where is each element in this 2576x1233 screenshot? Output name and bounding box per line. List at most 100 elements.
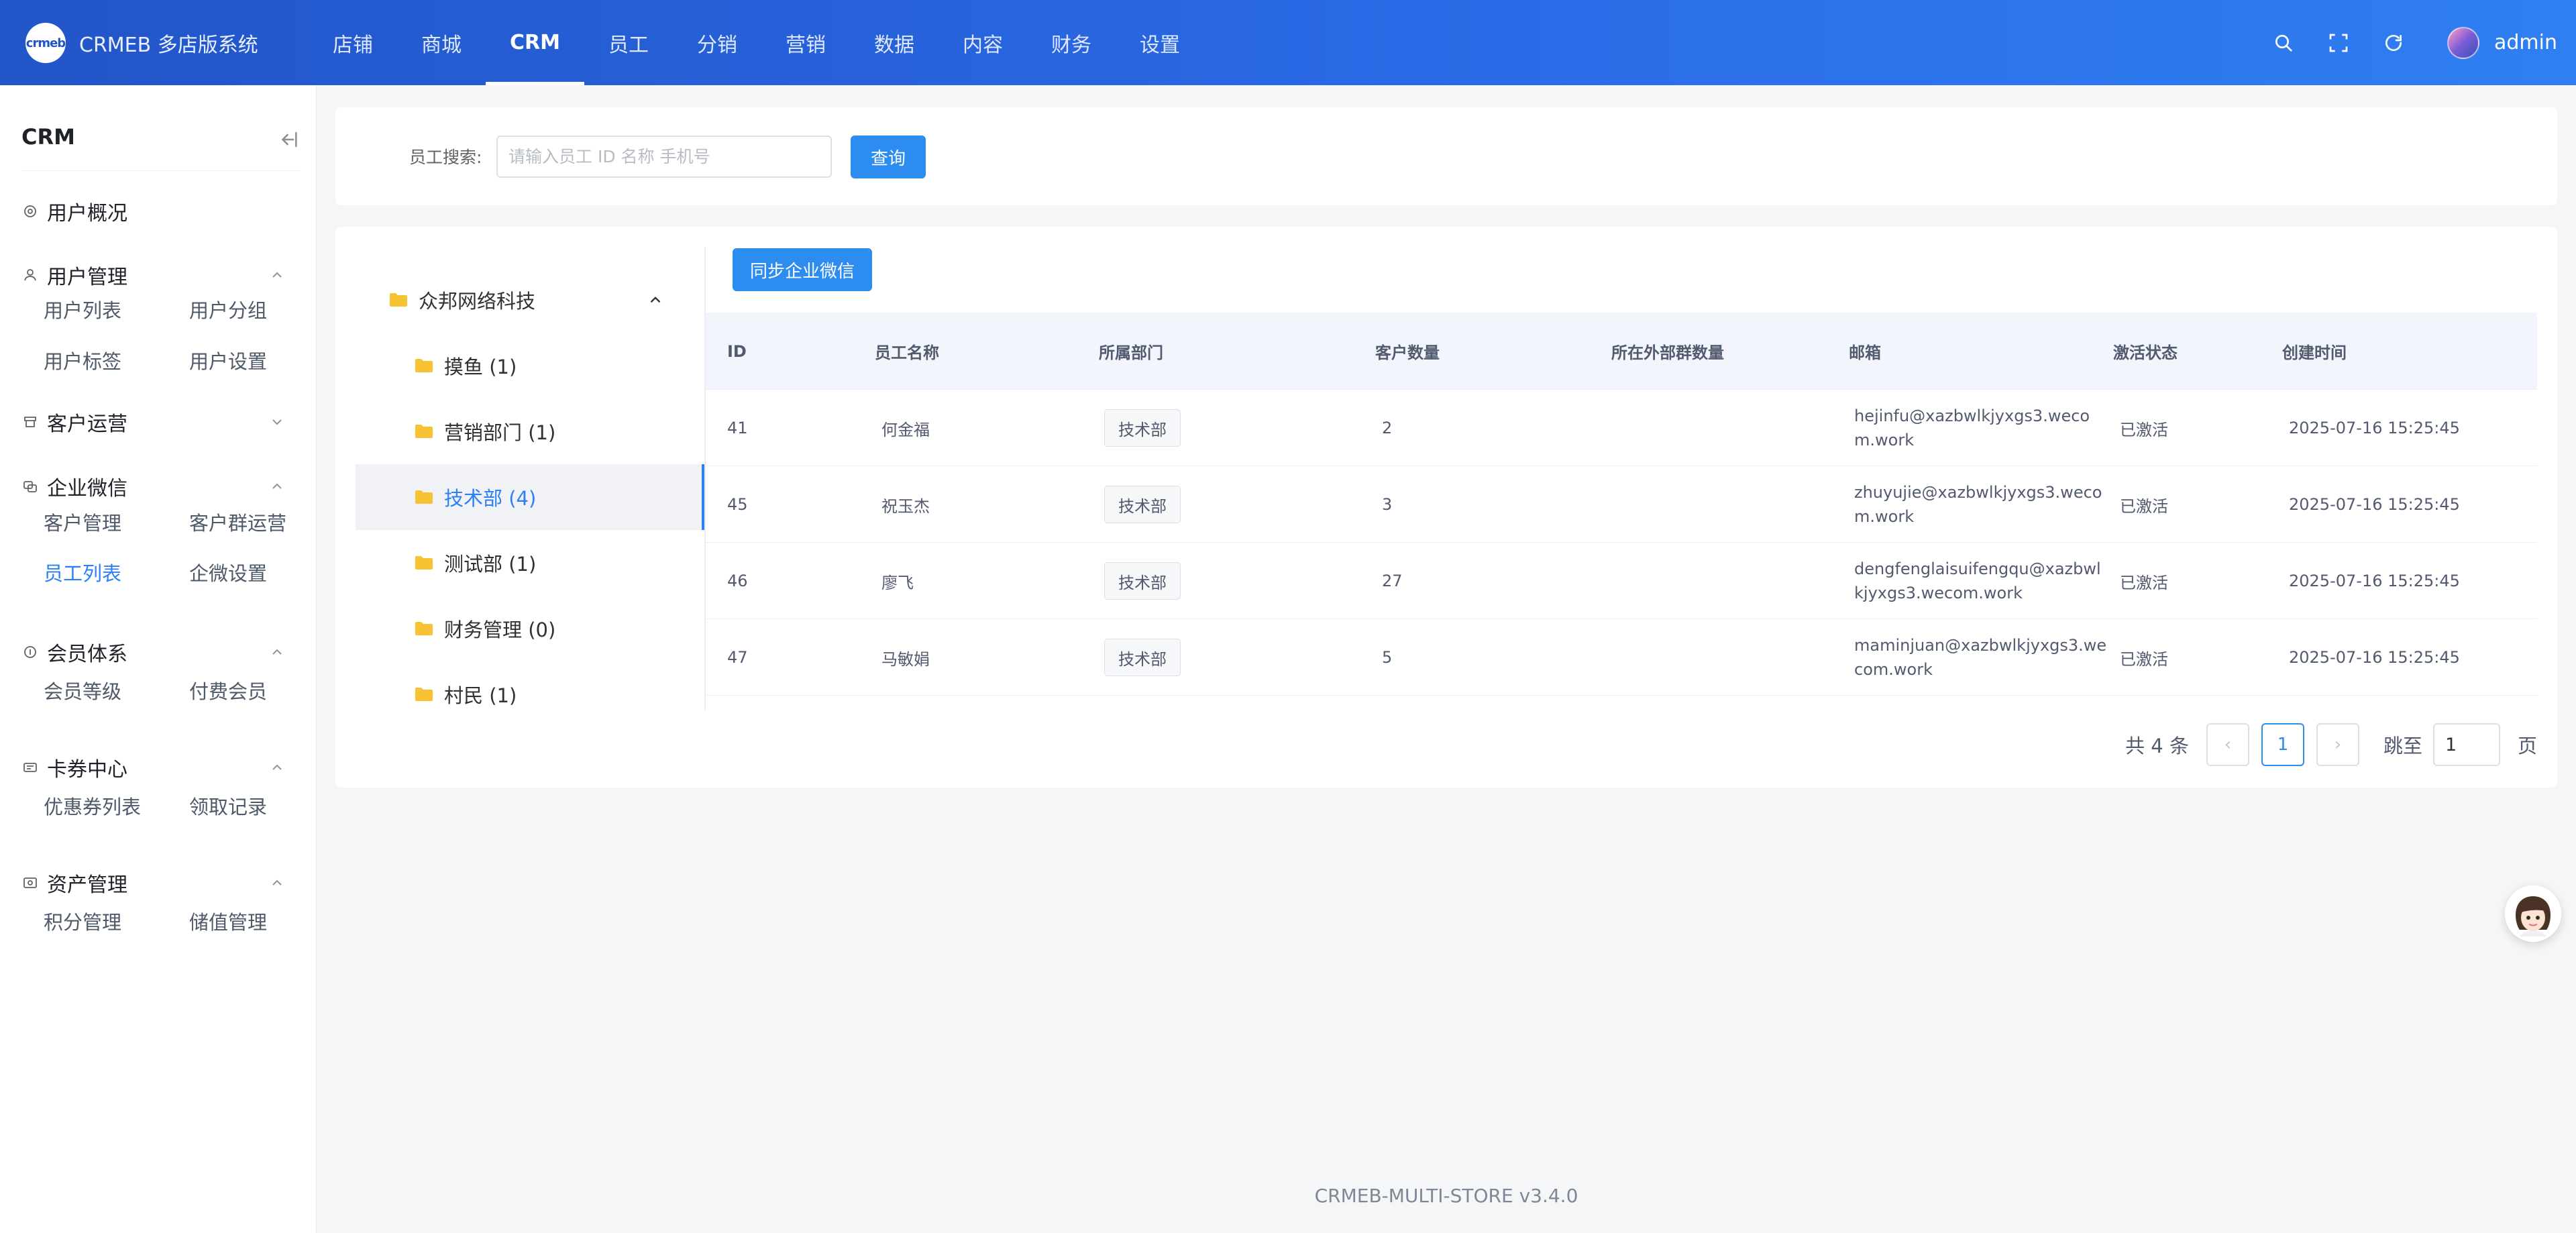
asset-icon [21, 874, 39, 892]
fullscreen-icon[interactable] [2325, 30, 2352, 56]
sidebar-group-membership[interactable]: 会员体系 [21, 632, 300, 672]
tree-node-tech[interactable]: 技术部 (4) [356, 464, 704, 530]
page-1-button[interactable]: 1 [2261, 723, 2304, 766]
tree-node-label: 财务管理 (0) [444, 619, 556, 641]
search-icon[interactable] [2270, 30, 2297, 56]
topnav-distribution[interactable]: 分销 [673, 0, 761, 85]
user-name[interactable]: admin [2494, 31, 2557, 54]
refresh-icon[interactable] [2380, 30, 2407, 56]
tree-node-testing[interactable]: 测试部 (1) [356, 530, 704, 596]
wecom-icon [21, 478, 39, 495]
sidebar-item-stored-value-management[interactable]: 储值管理 [189, 907, 267, 935]
cell-id: 41 [727, 419, 748, 437]
tree-node-label: 村民 (1) [444, 684, 517, 707]
top-header: crmeb CRMEB 多店版系统 店铺 商城 CRM 员工 分销 营销 数据 … [0, 0, 2576, 85]
staff-search-input[interactable] [496, 136, 832, 178]
topnav-staff[interactable]: 员工 [584, 0, 673, 85]
department-tag: 技术部 [1104, 486, 1181, 523]
cell-customer-count: 3 [1382, 495, 1393, 514]
cell-email: hejinfu@xazbwlkjyxgs3.wecom.work [1854, 407, 2090, 449]
column-header-activation-status: 激活状态 [2113, 343, 2178, 362]
prev-page-button[interactable]: ‹ [2206, 723, 2249, 766]
tree-node-moyu[interactable]: 摸鱼 (1) [356, 333, 704, 398]
sidebar-group-user-management[interactable]: 用户管理 [21, 255, 300, 295]
cell-name: 祝玉杰 [881, 496, 930, 516]
sidebar-group-label: 企业微信 [47, 477, 127, 500]
sidebar-item-member-levels[interactable]: 会员等级 [44, 676, 121, 704]
search-label: 员工搜索: [409, 148, 482, 167]
user-avatar[interactable] [2447, 26, 2479, 59]
sidebar-group-customer-ops[interactable]: 客户运营 [21, 402, 300, 442]
assistant-avatar-button[interactable] [2505, 886, 2561, 942]
cell-created-time: 2025-07-16 15:25:45 [2289, 648, 2460, 667]
table-row: 41 何金福 技术部 2 hejinfu@xazbwlkjyxgs3.wecom… [706, 390, 2537, 466]
sidebar-item-points-management[interactable]: 积分管理 [44, 907, 121, 935]
sidebar-item-user-groups[interactable]: 用户分组 [189, 295, 267, 323]
chevron-up-icon [269, 759, 285, 775]
sidebar-item-customer-management[interactable]: 客户管理 [44, 508, 121, 536]
brand[interactable]: crmeb CRMEB 多店版系统 [25, 23, 258, 63]
topnav-finance[interactable]: 财务 [1027, 0, 1116, 85]
cell-customer-count: 27 [1382, 572, 1403, 590]
topnav-marketing[interactable]: 营销 [761, 0, 850, 85]
department-tag: 技术部 [1104, 562, 1181, 600]
column-header-name: 员工名称 [875, 343, 939, 362]
chevron-up-icon [650, 297, 661, 303]
sidebar-item-paid-members[interactable]: 付费会员 [189, 676, 267, 704]
top-tools: admin [2242, 0, 2557, 85]
cell-department: 技术部 [1104, 543, 1181, 619]
sidebar-item-user-tags[interactable]: 用户标签 [44, 346, 121, 374]
topnav-mall[interactable]: 商城 [397, 0, 486, 85]
chevron-up-icon [269, 478, 285, 494]
cell-id: 45 [727, 495, 748, 514]
sidebar-group-label: 资产管理 [47, 873, 127, 897]
tree-node-label: 摸鱼 (1) [444, 356, 517, 378]
collapse-sidebar-icon[interactable] [277, 128, 300, 151]
tree-node-villagers[interactable]: 村民 (1) [356, 661, 704, 727]
sidebar-item-coupon-list[interactable]: 优惠券列表 [44, 792, 141, 820]
table-row: 45 祝玉杰 技术部 3 zhuyujie@xazbwlkjyxgs3.weco… [706, 466, 2537, 543]
query-button[interactable]: 查询 [851, 136, 926, 178]
topnav-settings[interactable]: 设置 [1116, 0, 1204, 85]
chevron-up-icon [269, 644, 285, 660]
sidebar-item-staff-list[interactable]: 员工列表 [44, 558, 121, 586]
topnav-data[interactable]: 数据 [850, 0, 938, 85]
chevron-up-icon [269, 267, 285, 283]
sidebar-item-wecom-settings[interactable]: 企微设置 [189, 558, 267, 586]
folder-icon [390, 293, 407, 307]
cell-created-time: 2025-07-16 15:25:45 [2289, 495, 2460, 514]
sidebar-group-overview[interactable]: 用户概况 [21, 191, 300, 231]
cell-id: 46 [727, 572, 748, 590]
dashboard-icon [21, 203, 39, 220]
sidebar-group-label: 会员体系 [47, 643, 127, 666]
tree-node-finance[interactable]: 财务管理 (0) [356, 596, 704, 661]
user-icon [21, 266, 39, 284]
cell-email: maminjuan@xazbwlkjyxgs3.wecom.work [1854, 636, 2107, 679]
jump-page-input[interactable] [2432, 723, 2500, 766]
cell-department: 技术部 [1104, 619, 1181, 696]
sidebar-item-user-settings[interactable]: 用户设置 [189, 346, 267, 374]
next-page-button[interactable]: › [2316, 723, 2359, 766]
tree-node-root[interactable]: 众邦网络科技 [356, 267, 704, 333]
sidebar-group-coupon-center[interactable]: 卡券中心 [21, 747, 300, 788]
topnav-crm[interactable]: CRM [486, 0, 584, 85]
cell-activation-status: 已激活 [2120, 573, 2168, 592]
column-header-id: ID [727, 341, 747, 361]
sidebar-group-label: 客户运营 [47, 413, 127, 436]
sidebar-item-user-list[interactable]: 用户列表 [44, 295, 121, 323]
sync-wecom-button[interactable]: 同步企业微信 [733, 248, 872, 291]
cell-department: 技术部 [1104, 390, 1181, 466]
brand-logo: crmeb [25, 23, 66, 63]
topnav-content[interactable]: 内容 [938, 0, 1027, 85]
footer-version: CRMEB-MULTI-STORE v3.4.0 [1314, 1185, 1578, 1207]
sidebar-group-asset-management[interactable]: 资产管理 [21, 863, 300, 903]
main-card: 众邦网络科技 摸鱼 (1) 营销部门 (1) 技术部 (4) 测试部 (1) 财… [335, 227, 2557, 788]
sidebar-group-wecom[interactable]: 企业微信 [21, 466, 300, 506]
folder-icon [415, 688, 433, 701]
sidebar-item-customer-group-ops[interactable]: 客户群运营 [189, 508, 286, 536]
tree-node-marketing[interactable]: 营销部门 (1) [356, 398, 704, 464]
cell-name: 廖飞 [881, 573, 914, 592]
sidebar-group-label: 用户概况 [47, 202, 127, 225]
topnav-shop[interactable]: 店铺 [309, 0, 397, 85]
sidebar-item-claim-records[interactable]: 领取记录 [189, 792, 267, 820]
